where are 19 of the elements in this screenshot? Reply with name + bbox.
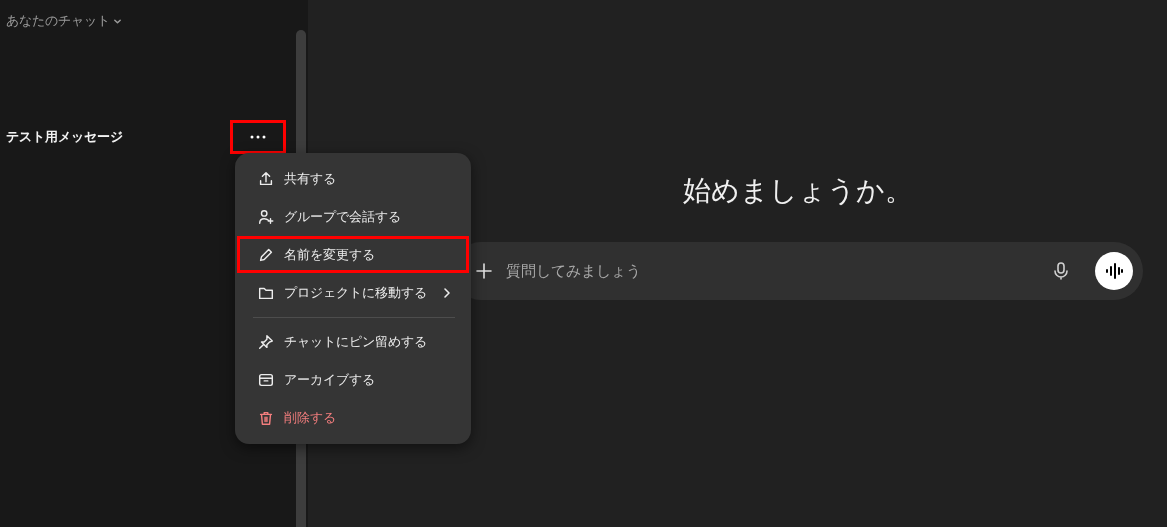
- welcome-heading: 始めましょうか。: [682, 173, 913, 209]
- message-input[interactable]: 質問してみましょう: [504, 261, 1041, 281]
- microphone-icon[interactable]: [1051, 261, 1071, 281]
- ellipsis-icon: [250, 135, 266, 139]
- menu-item[interactable]: 共有する: [237, 160, 469, 197]
- menu-item[interactable]: 削除する: [237, 399, 469, 436]
- share-icon: [257, 169, 275, 188]
- voice-button[interactable]: [1095, 252, 1133, 290]
- sound-wave-icon: [1105, 263, 1123, 279]
- section-label: あなたのチャット: [6, 12, 110, 30]
- menu-item[interactable]: グループで会話する: [237, 198, 469, 235]
- menu-item[interactable]: アーカイブする: [237, 361, 469, 398]
- menu-item[interactable]: チャットにピン留めする: [237, 312, 469, 360]
- menu-item[interactable]: 名前を変更する: [237, 236, 469, 273]
- chat-title[interactable]: テスト用メッセージ: [6, 128, 123, 146]
- plus-icon[interactable]: [474, 261, 494, 281]
- pin-icon: [257, 332, 275, 351]
- add-person-icon: [257, 207, 275, 226]
- chevron-icon[interactable]: [113, 16, 122, 26]
